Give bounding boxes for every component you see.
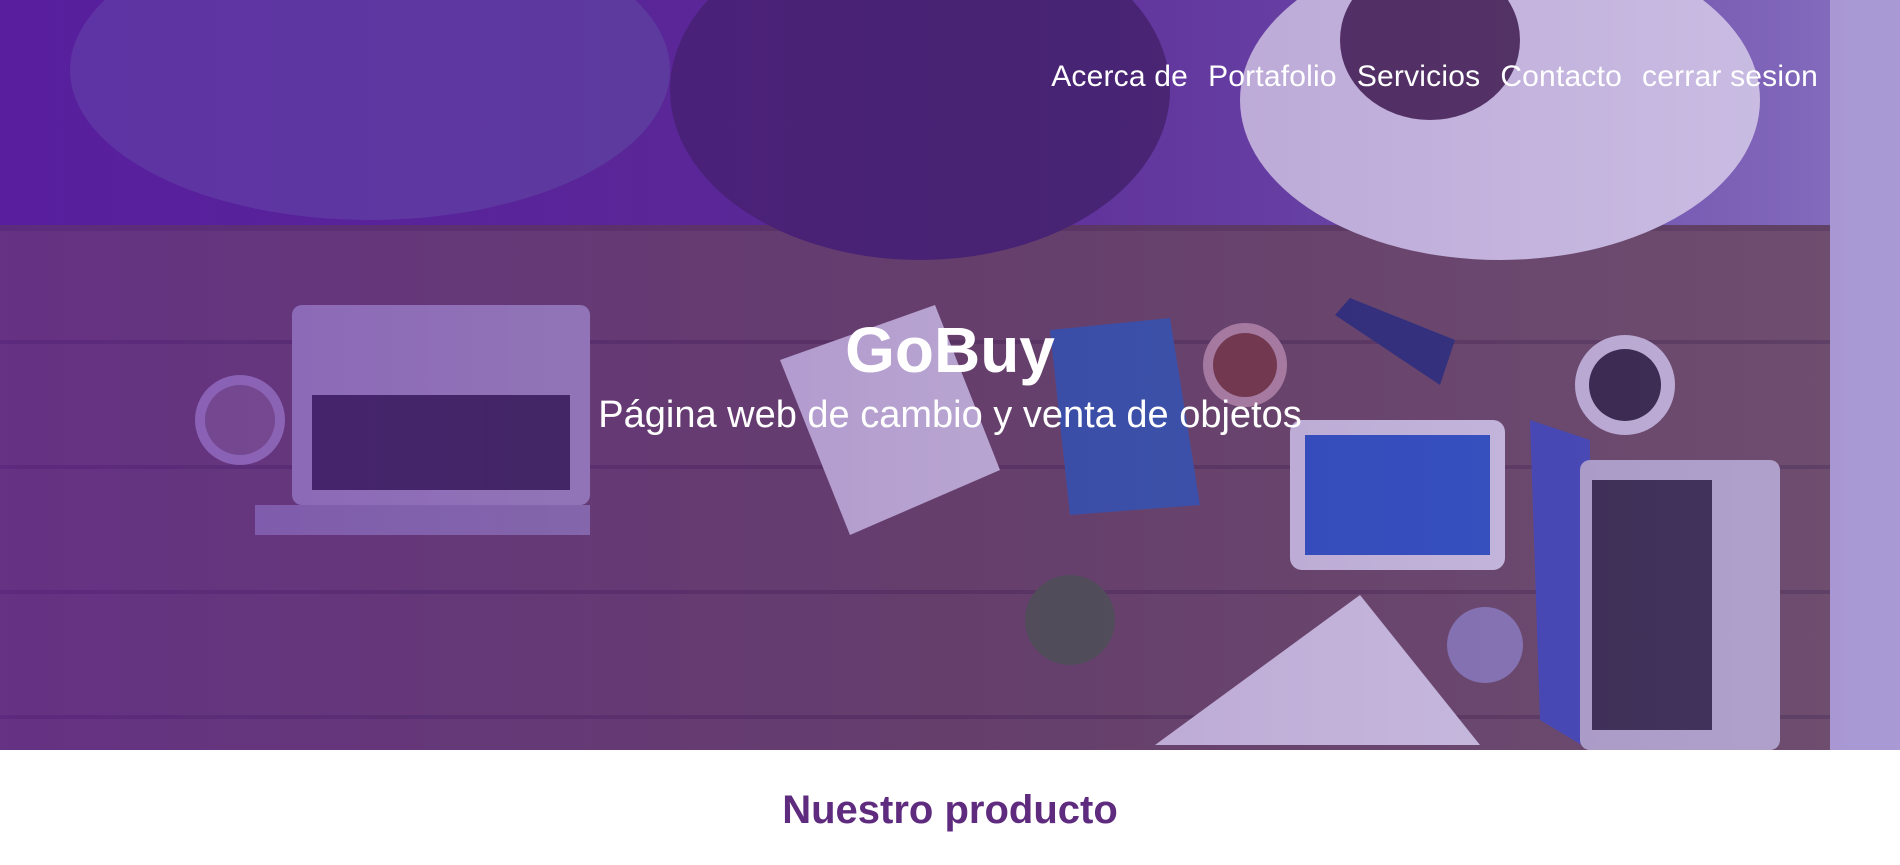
nav-link-portafolio[interactable]: Portafolio bbox=[1208, 60, 1337, 94]
nav-link-contacto[interactable]: Contacto bbox=[1500, 60, 1622, 94]
products-section: Nuestro producto bbox=[0, 750, 1900, 865]
nav-link-cerrar-sesion[interactable]: cerrar sesion bbox=[1642, 60, 1818, 94]
site-title: GoBuy bbox=[845, 314, 1055, 386]
section-title: Nuestro producto bbox=[782, 788, 1118, 832]
main-nav: Acerca de Portafolio Servicios Contacto … bbox=[1051, 60, 1818, 94]
site-subtitle: Página web de cambio y venta de objetos bbox=[598, 394, 1302, 436]
hero-section: Acerca de Portafolio Servicios Contacto … bbox=[0, 0, 1900, 750]
nav-link-servicios[interactable]: Servicios bbox=[1357, 60, 1481, 94]
hero-text-block: GoBuy Página web de cambio y venta de ob… bbox=[0, 312, 1900, 442]
nav-link-acerca-de[interactable]: Acerca de bbox=[1051, 60, 1188, 94]
